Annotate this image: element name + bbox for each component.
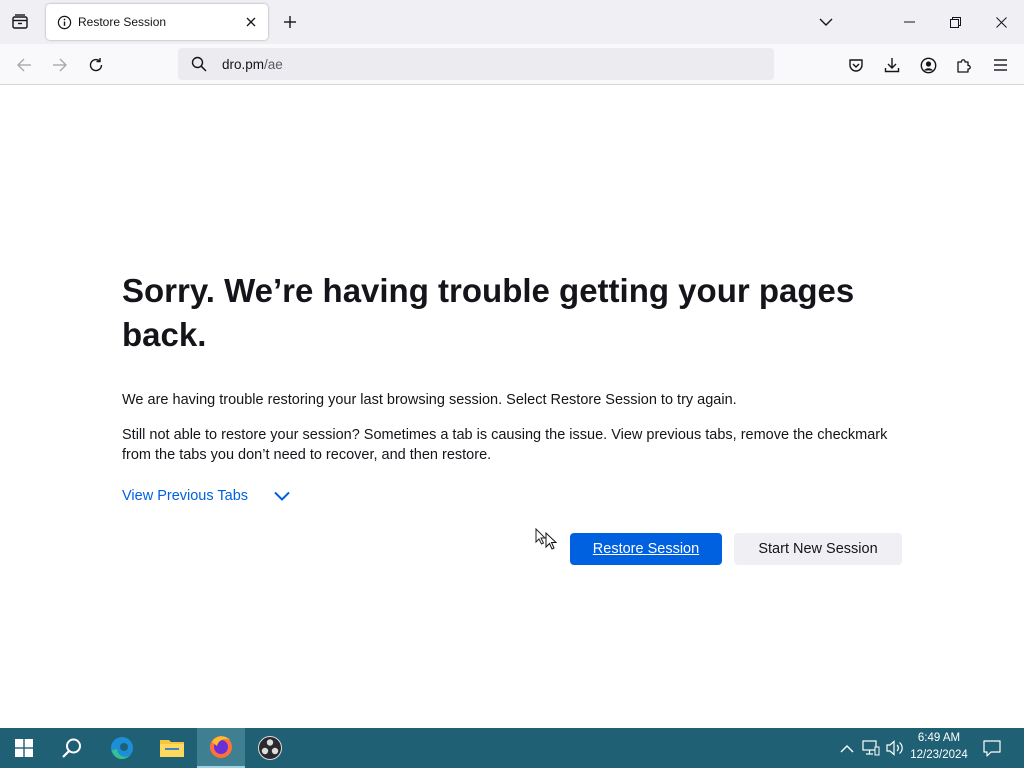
- search-icon: [190, 55, 208, 73]
- firefox-icon[interactable]: [197, 728, 245, 768]
- pocket-icon[interactable]: [843, 52, 869, 78]
- show-hidden-icons-chevron-icon[interactable]: [836, 737, 858, 759]
- page-content: Sorry. We’re having trouble getting your…: [0, 85, 1024, 728]
- tab-bar: Restore Session: [0, 0, 1024, 44]
- obs-studio-icon[interactable]: [246, 728, 294, 768]
- url-text: dro.pm/ae: [222, 57, 283, 72]
- view-previous-tabs-label: View Previous Tabs: [122, 488, 249, 504]
- view-previous-tabs-toggle[interactable]: View Previous Tabs: [122, 485, 292, 507]
- reload-icon[interactable]: [83, 52, 109, 78]
- minimize-icon[interactable]: [886, 0, 932, 44]
- chevron-down-icon: [272, 486, 292, 506]
- restore-window-icon[interactable]: [932, 0, 978, 44]
- system-clock[interactable]: 6:49 AM 12/23/2024: [904, 730, 974, 766]
- edge-browser-icon[interactable]: [98, 728, 146, 768]
- clock-date: 12/23/2024: [910, 749, 968, 761]
- tab-title: Restore Session: [78, 15, 167, 29]
- forward-arrow-icon[interactable]: [47, 52, 73, 78]
- extensions-puzzle-icon[interactable]: [951, 52, 977, 78]
- help-paragraph: Still not able to restore your session? …: [122, 427, 888, 463]
- volume-icon[interactable]: [884, 737, 906, 759]
- start-new-session-button[interactable]: Start New Session: [734, 533, 902, 565]
- taskbar: 6:49 AM 12/23/2024: [0, 728, 1024, 768]
- url-domain: dro.pm: [222, 56, 265, 72]
- tab-restore-session[interactable]: Restore Session: [46, 4, 268, 40]
- address-bar[interactable]: dro.pm/ae: [178, 48, 774, 80]
- page-title: Sorry. We’re having trouble getting your…: [122, 272, 855, 353]
- search-icon[interactable]: [48, 728, 96, 768]
- downloads-icon[interactable]: [879, 52, 905, 78]
- info-icon: [56, 14, 72, 30]
- url-path: /ae: [264, 56, 283, 72]
- description-paragraph: We are having trouble restoring your las…: [122, 392, 737, 408]
- menu-hamburger-icon[interactable]: [987, 52, 1013, 78]
- network-icon[interactable]: [860, 737, 882, 759]
- close-window-icon[interactable]: [978, 0, 1024, 44]
- list-all-tabs-chevron-icon[interactable]: [816, 13, 836, 31]
- notification-center-icon[interactable]: [980, 736, 1004, 760]
- firefox-view-icon[interactable]: [8, 11, 32, 33]
- close-tab-icon[interactable]: [242, 13, 260, 31]
- restore-session-label: Restore Session: [592, 541, 700, 557]
- navigation-toolbar: dro.pm/ae: [0, 44, 1024, 85]
- start-new-session-label: Start New Session: [758, 541, 878, 557]
- file-explorer-folder-icon[interactable]: [148, 728, 196, 768]
- account-icon[interactable]: [915, 52, 941, 78]
- clock-time: 6:49 AM: [917, 732, 961, 744]
- restore-session-button[interactable]: Restore Session: [570, 533, 722, 565]
- back-arrow-icon[interactable]: [11, 52, 37, 78]
- mouse-cursor-icon: [535, 527, 561, 554]
- new-tab-plus-icon[interactable]: [280, 12, 300, 32]
- windows-start-icon[interactable]: [0, 728, 48, 768]
